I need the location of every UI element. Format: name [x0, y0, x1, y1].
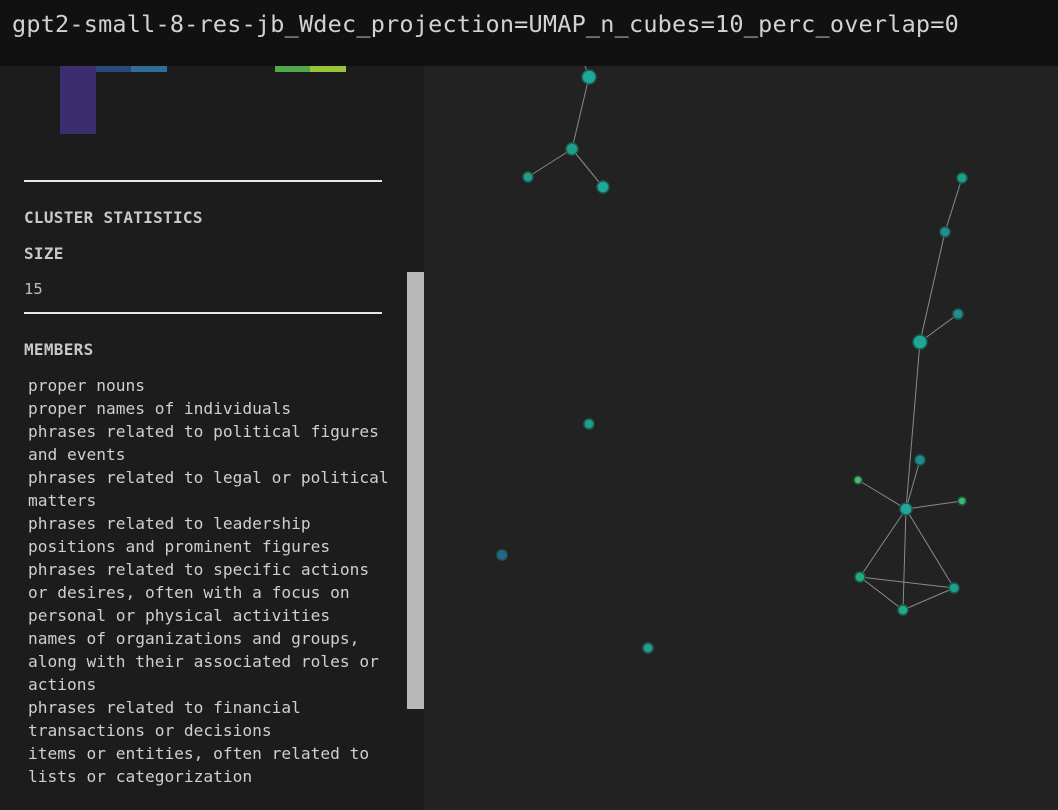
graph-title: gpt2-small-8-res-jb_Wdec_projection=UMAP… [12, 10, 959, 38]
graph-edge [857, 479, 907, 510]
graph-node[interactable] [565, 142, 579, 156]
graph-node[interactable] [496, 549, 508, 561]
graph-node[interactable] [596, 180, 610, 194]
graph-edge [902, 508, 907, 611]
list-item: phrases related to financial transaction… [28, 698, 301, 740]
graph-node[interactable] [583, 418, 595, 430]
section-divider [24, 312, 382, 314]
mapper-graph[interactable] [424, 66, 1058, 810]
graph-edge [859, 576, 904, 611]
members-heading: MEMBERS [24, 340, 94, 359]
histogram-bar [131, 66, 167, 72]
graph-edge [571, 76, 590, 150]
histogram-bar [275, 66, 310, 72]
graph-node[interactable] [914, 454, 926, 466]
members-list: proper nouns proper names of individuals… [28, 374, 398, 788]
size-value: 15 [24, 280, 43, 298]
histogram-bar [60, 66, 96, 134]
title-bar: gpt2-small-8-res-jb_Wdec_projection=UMAP… [0, 0, 1058, 66]
graph-edge [527, 148, 573, 178]
graph-node[interactable] [912, 334, 928, 350]
graph-edge [905, 500, 963, 510]
graph-canvas[interactable] [424, 66, 1058, 810]
graph-node[interactable] [899, 502, 913, 516]
graph-node[interactable] [948, 582, 960, 594]
list-item: proper nouns [28, 376, 145, 395]
graph-edge [859, 508, 907, 578]
sidebar-panel: CLUSTER STATISTICS SIZE 15 MEMBERS prope… [0, 66, 406, 810]
section-divider [24, 180, 382, 182]
list-item: phrases related to specific actions or d… [28, 560, 370, 625]
histogram-bar [96, 66, 131, 72]
list-item: names of organizations and groups, along… [28, 629, 379, 694]
list-item: proper names of individuals [28, 399, 292, 418]
graph-edge [859, 576, 955, 589]
graph-edge [905, 508, 955, 589]
list-item: phrases related to legal or political ma… [28, 468, 389, 510]
size-label: SIZE [24, 244, 64, 263]
graph-edge [902, 587, 955, 611]
graph-edge [571, 148, 604, 188]
sidebar-scrollbar-thumb[interactable] [407, 272, 424, 709]
graph-node[interactable] [581, 69, 597, 85]
graph-node[interactable] [642, 642, 654, 654]
graph-node[interactable] [854, 571, 866, 583]
list-item: items or entities, often related to list… [28, 744, 370, 786]
list-item: phrases related to leadership positions … [28, 514, 331, 556]
graph-edge [919, 231, 946, 343]
graph-nodes [496, 69, 968, 654]
graph-node[interactable] [952, 308, 964, 320]
graph-node[interactable] [853, 475, 863, 485]
graph-node[interactable] [939, 226, 951, 238]
graph-node[interactable] [957, 496, 967, 506]
graph-node[interactable] [522, 171, 534, 183]
graph-edges [527, 66, 963, 611]
graph-edge [944, 177, 963, 233]
graph-node[interactable] [897, 604, 909, 616]
graph-node[interactable] [956, 172, 968, 184]
histogram-bar [310, 66, 346, 72]
cluster-statistics-heading: CLUSTER STATISTICS [24, 208, 203, 227]
list-item: phrases related to political figures and… [28, 422, 379, 464]
